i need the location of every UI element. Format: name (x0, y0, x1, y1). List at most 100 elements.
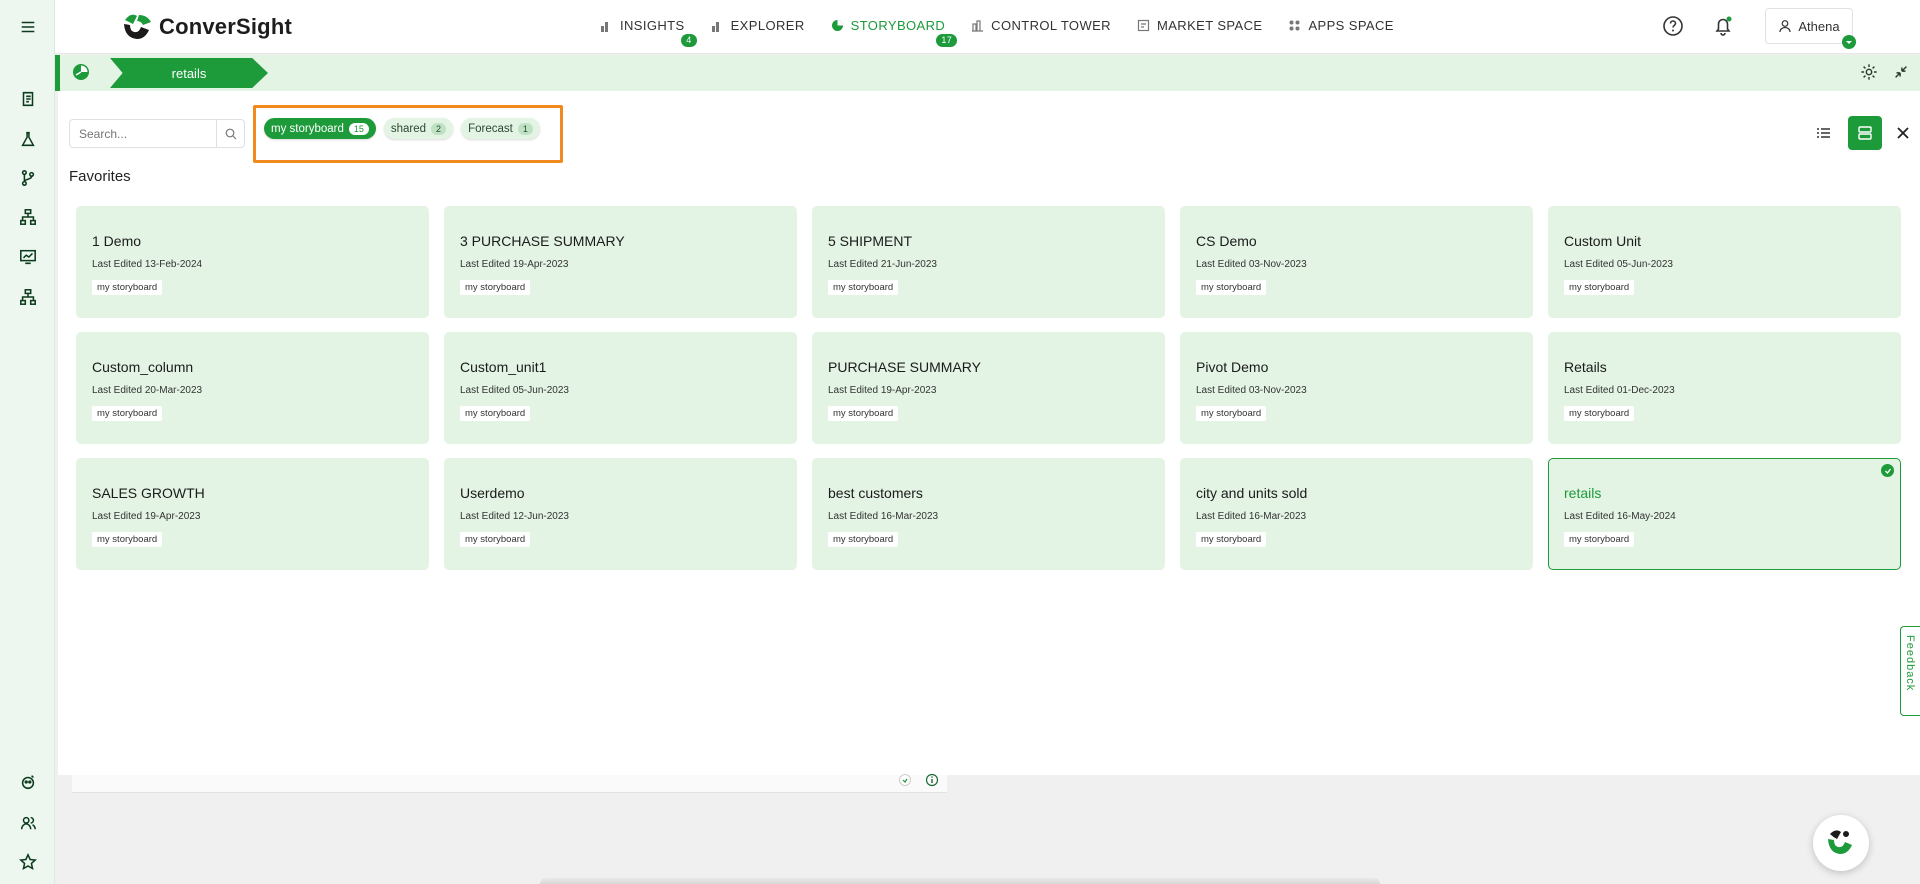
card-tag: my storyboard (92, 280, 163, 295)
notification-bell-icon[interactable] (1711, 14, 1735, 38)
card-tag: my storyboard (1564, 406, 1635, 421)
storyboard-card[interactable]: 5 SHIPMENT Last Edited 21-Jun-2023 my stor… (812, 206, 1165, 318)
card-tag: my storyboard (828, 532, 899, 547)
storyboard-panel: my storyboard 15 shared 2 Forecast 1 Fav… (58, 91, 1920, 775)
nav-storyboard-badge: 17 (936, 34, 958, 47)
card-title: 1 Demo (92, 233, 142, 249)
hierarchy-icon[interactable] (18, 207, 38, 227)
filter-chips: my storyboard 15 shared 2 Forecast 1 (264, 118, 540, 139)
card-last-edited: Last Edited 03-Nov-2023 (1196, 259, 1307, 270)
settings-icon[interactable] (1860, 63, 1878, 86)
bar-chart-icon (601, 22, 608, 32)
storyboard-card[interactable]: Custom_unit1 Last Edited 05-Jun-2023 my st… (444, 332, 797, 444)
storyboard-card[interactable]: Custom_column Last Edited 20-Mar-2023 my s… (76, 332, 429, 444)
bottom-footer-strip (72, 775, 947, 793)
card-title: CS Demo (1196, 233, 1257, 249)
storyboard-icon (831, 20, 843, 31)
users-icon[interactable] (18, 813, 38, 833)
org-chart-icon[interactable] (18, 287, 38, 307)
filter-label: my storyboard (271, 122, 344, 135)
monitor-chart-icon[interactable] (18, 247, 38, 267)
user-icon (1779, 20, 1791, 33)
conversight-logo-icon (121, 12, 153, 42)
chatbot-assistant-button[interactable] (1813, 815, 1869, 871)
card-last-edited: Last Edited 19-Apr-2023 (460, 259, 569, 270)
storyboard-card[interactable]: Pivot Demo Last Edited 03-Nov-2023 my stor… (1180, 332, 1533, 444)
card-last-edited: Last Edited 19-Apr-2023 (92, 511, 201, 522)
storyboard-card[interactable]: CS Demo Last Edited 03-Nov-2023 my storybo… (1180, 206, 1533, 318)
search-icon[interactable] (216, 120, 244, 147)
logo[interactable]: ConverSight (121, 12, 292, 42)
card-tag: my storyboard (828, 406, 899, 421)
storyboard-home-icon[interactable] (72, 63, 92, 83)
breadcrumb-current[interactable]: retails (110, 58, 268, 88)
card-tag: my storyboard (460, 532, 531, 547)
card-title: PURCHASE SUMMARY (828, 359, 981, 375)
card-last-edited: Last Edited 05-Jun-2023 (1564, 259, 1673, 270)
card-tag: my storyboard (92, 532, 163, 547)
filter-forecast[interactable]: Forecast 1 (461, 118, 540, 139)
control-tower-icon (972, 20, 984, 32)
nav-apps-space[interactable]: APPS SPACE (1288, 18, 1393, 33)
card-title: Pivot Demo (1196, 359, 1269, 375)
star-icon[interactable] (18, 852, 38, 872)
close-icon[interactable] (1886, 116, 1920, 150)
card-last-edited: Last Edited 20-Mar-2023 (92, 385, 203, 396)
feedback-tab[interactable]: Feedback (1900, 626, 1920, 716)
storyboard-card[interactable]: SALES GROWTH Last Edited 19-Apr-2023 my st… (76, 458, 429, 570)
branch-icon[interactable] (18, 168, 38, 188)
report-icon[interactable] (18, 89, 38, 109)
user-menu[interactable]: Athena (1765, 8, 1856, 49)
nav-insights[interactable]: INSIGHTS 4 (600, 18, 697, 47)
nav-control-tower[interactable]: CONTROL TOWER (971, 18, 1111, 33)
nav-insights-label: INSIGHTS (620, 18, 685, 33)
card-tag: my storyboard (1196, 406, 1267, 421)
list-view-icon[interactable] (1807, 116, 1841, 150)
nav-market-space-label: MARKET SPACE (1156, 18, 1263, 33)
nav-apps-space-label: APPS SPACE (1308, 18, 1394, 33)
market-space-icon (1137, 19, 1150, 32)
flask-icon[interactable] (18, 129, 38, 149)
storyboard-card[interactable]: city and units sold Last Edited 16-Mar-20… (1180, 458, 1533, 570)
robot-icon[interactable] (18, 772, 38, 792)
card-last-edited: Last Edited 03-Nov-2023 (1196, 385, 1307, 396)
card-last-edited: Last Edited 01-Dec-2023 (1564, 385, 1675, 396)
card-tag: my storyboard (460, 406, 531, 421)
card-last-edited: Last Edited 21-Jun-2023 (828, 259, 937, 270)
card-last-edited: Last Edited 12-Jun-2023 (460, 511, 569, 522)
storyboard-card[interactable]: 3 PURCHASE SUMMARY Last Edited 19-Apr-202… (444, 206, 797, 318)
card-title: city and units sold (1196, 485, 1308, 501)
nav-insights-badge: 4 (681, 34, 697, 47)
nav-storyboard[interactable]: STORYBOARD 17 (831, 18, 958, 47)
card-title: Custom_column (92, 359, 194, 375)
card-view-icon[interactable] (1848, 116, 1882, 150)
help-icon[interactable] (1661, 14, 1685, 38)
refresh-icon[interactable] (898, 773, 912, 787)
card-title: best customers (828, 485, 923, 501)
filter-count: 15 (348, 122, 369, 135)
nav-explorer[interactable]: EXPLORER (711, 18, 805, 33)
storyboard-card[interactable]: 1 Demo Last Edited 13-Feb-2024 my storyboa… (76, 206, 429, 318)
storyboard-card[interactable]: Retails Last Edited 01-Dec-2023 my storybo… (1548, 332, 1901, 444)
bottom-drawer-handle[interactable] (540, 878, 1380, 884)
info-icon[interactable] (925, 773, 939, 787)
filter-my-storyboard[interactable]: my storyboard 15 (264, 118, 376, 139)
storyboard-card[interactable]: Userdemo Last Edited 12-Jun-2023 my storyb… (444, 458, 797, 570)
filter-label: shared (390, 122, 427, 135)
card-tag: my storyboard (1564, 280, 1635, 295)
collapse-icon[interactable] (1892, 63, 1910, 86)
storyboard-card[interactable]: retails Last Edited 16-May-2024 my storybo… (1548, 458, 1901, 570)
feedback-label: Feedback (1904, 635, 1916, 692)
filter-shared[interactable]: shared 2 (383, 118, 454, 139)
search-input[interactable] (70, 126, 216, 141)
storyboard-card[interactable]: Custom Unit Last Edited 05-Jun-2023 my sto… (1548, 206, 1901, 318)
nav-market-space[interactable]: MARKET SPACE (1137, 18, 1262, 33)
nav-storyboard-label: STORYBOARD (850, 18, 946, 33)
card-last-edited: Last Edited 16-May-2024 (1564, 511, 1676, 522)
storyboard-card[interactable]: PURCHASE SUMMARY Last Edited 19-Apr-2023 m… (812, 332, 1165, 444)
card-tag: my storyboard (1564, 532, 1635, 547)
storyboard-card[interactable]: best customers Last Edited 16-Mar-2023 my … (812, 458, 1165, 570)
card-title: Retails (1564, 359, 1607, 375)
menu-icon[interactable] (18, 17, 38, 37)
nav-explorer-label: EXPLORER (730, 18, 805, 33)
